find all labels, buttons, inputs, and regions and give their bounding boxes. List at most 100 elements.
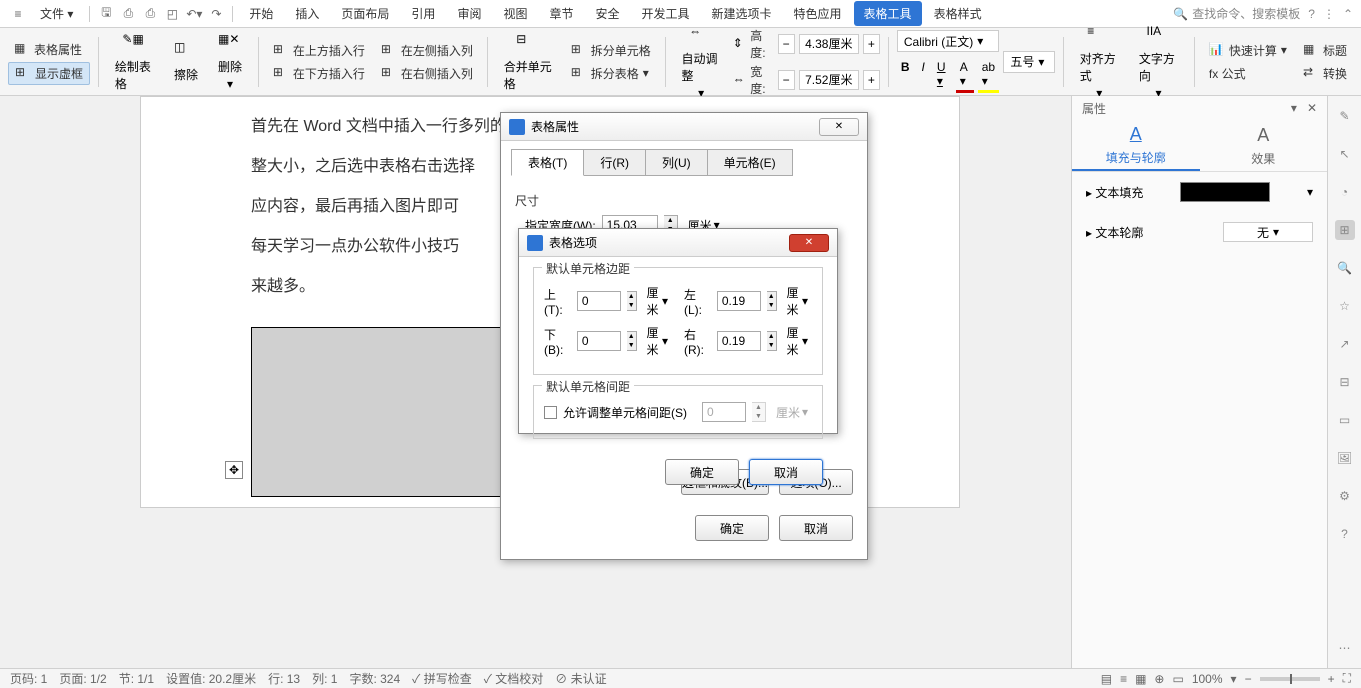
margin-top-input[interactable] (577, 291, 621, 311)
margin-right-spinner[interactable]: ▲▼ (767, 331, 777, 351)
tab-table-tools[interactable]: 表格工具 (854, 1, 922, 26)
dialog2-titlebar[interactable]: 表格选项 ✕ (519, 229, 837, 257)
zoom-slider[interactable] (1260, 677, 1320, 681)
text-outline-row[interactable]: ▸ 文本轮廓 无 ▾ (1072, 212, 1327, 252)
bold-button[interactable]: B (897, 58, 914, 93)
preview-icon[interactable]: ◰ (162, 4, 182, 24)
textdir-button[interactable]: IIA文字方向▾ (1131, 22, 1186, 102)
zoom-in-button[interactable]: + (1328, 672, 1335, 686)
cancel-button-1[interactable]: 取消 (779, 515, 853, 541)
table-props-button[interactable]: ▦表格属性 (8, 39, 90, 60)
cancel-button-2[interactable]: 取消 (749, 459, 823, 485)
quickcalc-button[interactable]: 📊快速计算▾ (1203, 40, 1293, 61)
tools-icon[interactable]: ⚙ (1335, 486, 1355, 506)
unit-left[interactable]: 厘米▾ (783, 284, 812, 318)
margin-right-input[interactable] (717, 331, 761, 351)
properties-toggle-icon[interactable]: ⊞ (1335, 220, 1355, 240)
close-button[interactable]: ✕ (819, 118, 859, 136)
margin-bottom-input[interactable] (577, 331, 621, 351)
tab-cell[interactable]: 单元格(E) (707, 149, 793, 176)
menu-icon[interactable]: ≡ (8, 4, 28, 24)
zoom-out-button[interactable]: − (1245, 672, 1252, 686)
insert-row-above-button[interactable]: ⊞在上方插入行 (267, 40, 371, 61)
highlight-button[interactable]: ab ▾ (978, 58, 1000, 93)
allow-spacing-checkbox[interactable] (544, 406, 557, 419)
font-color-button[interactable]: A ▾ (956, 58, 974, 93)
margin-left-spinner[interactable]: ▲▼ (767, 291, 777, 311)
view-mode-2-icon[interactable]: ≡ (1120, 672, 1127, 686)
image-icon[interactable]: 🖼 (1335, 448, 1355, 468)
help-icon[interactable]: ? (1308, 7, 1315, 21)
tab-table-style[interactable]: 表格样式 (924, 1, 992, 26)
unit-top[interactable]: 厘米▾ (643, 284, 672, 318)
tab-table[interactable]: 表格(T) (511, 149, 584, 176)
status-pages[interactable]: 页面: 1/2 (59, 670, 106, 687)
search-icon-2[interactable]: 🔍 (1335, 258, 1355, 278)
tab-col[interactable]: 列(U) (645, 149, 708, 176)
zoom-value[interactable]: 100% (1192, 672, 1223, 686)
tab-view[interactable]: 视图 (493, 1, 537, 26)
formula-button[interactable]: fx 公式 (1203, 63, 1293, 84)
redo-icon[interactable]: ↷ (206, 4, 226, 24)
height-plus-button[interactable]: + (863, 34, 880, 54)
more-tools-icon[interactable]: ⋯ (1335, 638, 1355, 658)
show-grid-button[interactable]: ⊞显示虚框 (8, 62, 90, 85)
margin-left-input[interactable] (717, 291, 761, 311)
delete-button[interactable]: ▦✕删除▾ (210, 30, 250, 93)
search-box[interactable]: 🔍查找命令、搜索模板 (1173, 5, 1300, 22)
save-icon[interactable]: 🖫 (96, 4, 116, 24)
draw-table-button[interactable]: ✎▦绘制表格 (107, 30, 162, 94)
height-minus-button[interactable]: − (778, 34, 795, 54)
status-row[interactable]: 行: 13 (268, 670, 300, 687)
panel-close-icon[interactable]: ✕ (1307, 101, 1317, 115)
split-cell-button[interactable]: ⊞拆分单元格 (565, 40, 657, 61)
unit-right[interactable]: 厘米▾ (783, 324, 812, 358)
fontsize-select[interactable]: 五号 ▾ (1003, 51, 1055, 73)
status-section[interactable]: 节: 1/1 (119, 670, 154, 687)
tab-section[interactable]: 章节 (539, 1, 583, 26)
tab-review[interactable]: 审阅 (447, 1, 491, 26)
align-button[interactable]: ≡对齐方式▾ (1072, 22, 1127, 102)
view-mode-1-icon[interactable]: ▤ (1101, 672, 1112, 686)
layout-icon[interactable]: ▭ (1335, 410, 1355, 430)
clipboard-icon[interactable]: ◔ (1335, 182, 1355, 202)
tab-start[interactable]: 开始 (239, 1, 283, 26)
help-icon-2[interactable]: ? (1335, 524, 1355, 544)
status-proof[interactable]: ✓ 文档校对 (484, 670, 544, 687)
status-spell[interactable]: ✓ 拼写检查 (412, 670, 472, 687)
view-mode-4-icon[interactable]: ⊕ (1154, 672, 1164, 686)
ok-button-2[interactable]: 确定 (665, 459, 739, 485)
convert-button[interactable]: ⇄转换 (1297, 63, 1353, 84)
fullscreen-icon[interactable]: ⛶ (1343, 671, 1351, 686)
unit-bottom[interactable]: 厘米▾ (643, 324, 672, 358)
title-row-button[interactable]: ▦标题 (1297, 40, 1353, 61)
tab-security[interactable]: 安全 (585, 1, 629, 26)
status-col[interactable]: 列: 1 (312, 670, 337, 687)
tab-special[interactable]: 特色应用 (784, 1, 852, 26)
font-select[interactable]: Calibri (正文) ▾ (897, 30, 999, 52)
merge-cells-button[interactable]: ⊟合并单元格 (496, 30, 561, 94)
select-icon[interactable]: ↖ (1335, 144, 1355, 164)
split-table-button[interactable]: ⊞拆分表格▾ (565, 63, 657, 84)
fill-color-swatch[interactable] (1180, 182, 1270, 202)
print-preview-icon[interactable]: ⎙ (118, 4, 138, 24)
tab-effects[interactable]: A效果 (1200, 120, 1328, 171)
ok-button-1[interactable]: 确定 (695, 515, 769, 541)
tab-page-layout[interactable]: 页面布局 (331, 1, 399, 26)
autofit-button[interactable]: ⇔自动调整▾ (674, 22, 729, 102)
tab-fill-outline[interactable]: A填充与轮廓 (1072, 120, 1200, 171)
nav-icon[interactable]: ⊟ (1335, 372, 1355, 392)
close-button-2[interactable]: ✕ (789, 234, 829, 252)
share-icon[interactable]: ↗ (1335, 334, 1355, 354)
table-move-handle[interactable]: ✥ (225, 461, 243, 479)
width-input[interactable] (799, 70, 859, 90)
view-mode-3-icon[interactable]: ▦ (1135, 672, 1146, 686)
erase-button[interactable]: ◫擦除 (166, 38, 206, 85)
more-icon[interactable]: ⋮ (1323, 7, 1335, 21)
margin-bottom-spinner[interactable]: ▲▼ (627, 331, 637, 351)
width-minus-button[interactable]: − (778, 70, 795, 90)
status-pos[interactable]: 设置值: 20.2厘米 (166, 670, 256, 687)
tab-references[interactable]: 引用 (401, 1, 445, 26)
print-icon[interactable]: ⎙ (140, 4, 160, 24)
collapse-icon[interactable]: ⌃ (1343, 7, 1353, 21)
